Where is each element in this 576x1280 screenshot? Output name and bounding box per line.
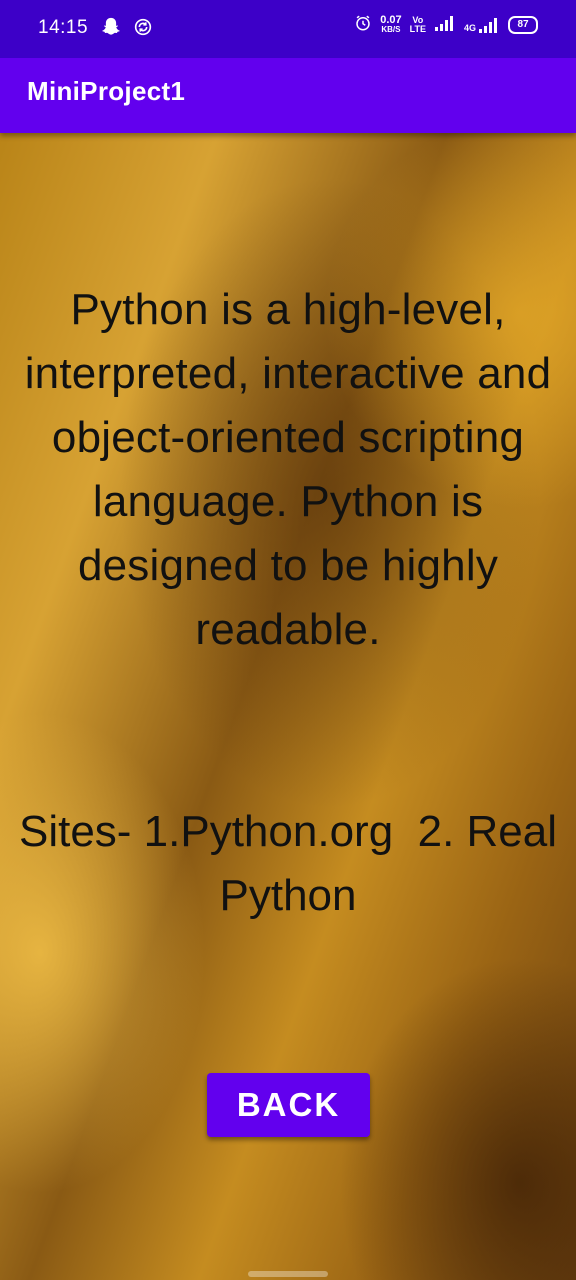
sync-icon: [132, 16, 154, 43]
back-button[interactable]: BACK: [207, 1073, 370, 1137]
gesture-nav-bar[interactable]: [248, 1271, 328, 1277]
sites-text: Sites- 1.Python.org 2. Real Python: [18, 807, 570, 920]
net-speed-value: 0.07: [380, 13, 402, 26]
network-type: 4G: [463, 22, 476, 33]
python-description: Python is a high-level, interpreted, int…: [24, 285, 552, 654]
status-left-icons: [100, 16, 154, 43]
signal-4g-icon: 4G: [464, 17, 500, 33]
snapchat-icon: [100, 16, 122, 43]
battery-icon: 87: [508, 15, 538, 34]
net-speed: 0.07 KB/S: [380, 13, 402, 35]
signal-icon: [434, 15, 456, 34]
status-bar: 14:15 0.07 KB/S Vo LTE 4G 87: [0, 0, 576, 58]
status-time: 14:15: [38, 17, 89, 38]
screen: MiniProject1 14:15 0.07 KB/S Vo LTE 4G 8…: [0, 0, 576, 1280]
app-title: MiniProject1: [27, 76, 186, 106]
app-bar: MiniProject1: [0, 45, 576, 133]
status-right-icons: 0.07 KB/S Vo LTE 4G 87: [354, 14, 538, 35]
volte-indicator: Vo LTE: [409, 15, 426, 34]
net-speed-unit: KB/S: [381, 24, 401, 34]
alarm-icon: [354, 14, 372, 35]
volte-bottom: LTE: [409, 23, 426, 34]
